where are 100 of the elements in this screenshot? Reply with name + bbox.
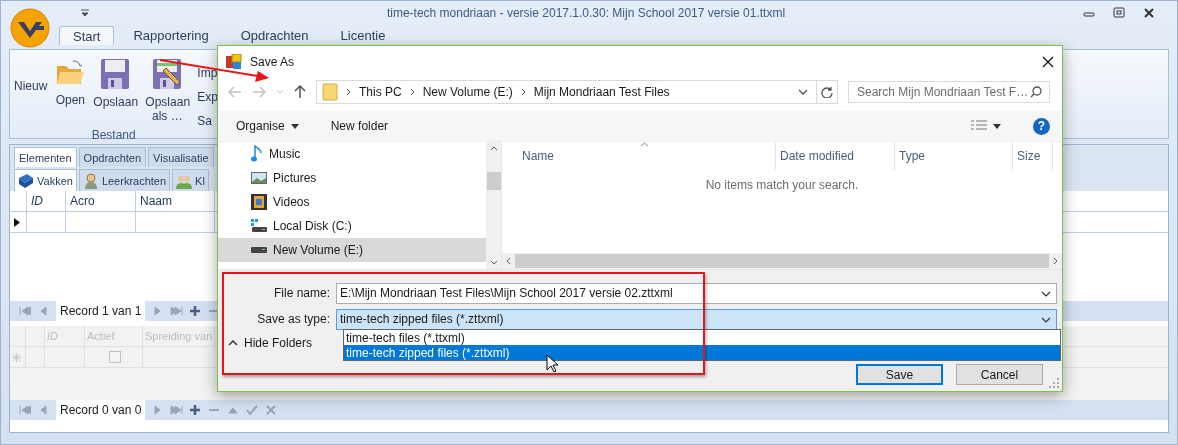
drive-icon xyxy=(251,219,267,233)
folder-icon xyxy=(322,83,338,101)
save-button[interactable]: Save xyxy=(856,364,943,385)
scrollbar-thumb[interactable] xyxy=(486,171,501,190)
close-icon[interactable] xyxy=(1042,55,1054,68)
scrollbar-thumb[interactable] xyxy=(515,254,1049,268)
chevron-right-icon xyxy=(346,88,351,96)
chevron-right-icon xyxy=(409,88,415,96)
folder-item[interactable]: Pictures xyxy=(218,166,486,190)
column-header[interactable]: Date modified xyxy=(776,142,895,170)
add-icon[interactable] xyxy=(189,404,203,416)
person-icon xyxy=(82,172,99,189)
sub-tab[interactable]: Kl xyxy=(172,169,209,191)
horizontal-scrollbar[interactable] xyxy=(502,253,1062,269)
sub-tab[interactable]: Leerkrachten xyxy=(78,169,171,191)
breadcrumb-item[interactable]: New Volume (E:) xyxy=(422,85,513,99)
floppy-pencil-icon xyxy=(152,58,183,90)
cross-icon[interactable] xyxy=(265,404,279,416)
scroll-down-icon xyxy=(489,260,498,265)
scroll-right-icon xyxy=(1053,257,1058,265)
column-header[interactable]: Acro xyxy=(66,191,136,211)
file-name-field[interactable]: E:\Mijn Mondriaan Test Files\Mijn School 2017 versie 02.zttxml xyxy=(336,282,1057,304)
column-header[interactable]: Size xyxy=(1013,142,1053,170)
record-counter: Record 0 van 0 xyxy=(56,400,146,420)
column-header[interactable]: ID xyxy=(27,191,66,211)
add-icon[interactable] xyxy=(189,305,203,317)
folder-item[interactable]: Videos xyxy=(218,190,486,214)
caret-down-icon[interactable] xyxy=(993,123,1001,129)
new-row-icon xyxy=(12,352,21,362)
field-label: File name: xyxy=(272,286,331,300)
record-counter: Record 1 van 1 xyxy=(56,301,146,321)
address-bar[interactable]: This PC New Volume (E:) Mijn Mondriaan Test Files xyxy=(316,80,838,104)
forward-arrow-icon[interactable] xyxy=(252,86,266,98)
row-pointer-icon xyxy=(14,217,20,227)
sub-tab[interactable]: Vakken xyxy=(14,169,77,191)
caret-down-icon xyxy=(290,123,299,129)
checkbox[interactable] xyxy=(108,351,121,363)
ribbon-tab[interactable]: Licentie xyxy=(327,26,399,45)
search-icon xyxy=(1030,86,1042,98)
file-type-dropdown[interactable]: time-tech zipped files (*.zttxml) xyxy=(336,308,1057,330)
empty-message: No items match your search. xyxy=(704,178,860,194)
first-record-icon[interactable] xyxy=(18,404,31,416)
quick-access-icon[interactable] xyxy=(81,9,89,17)
last-record-icon[interactable] xyxy=(170,404,184,416)
save-button[interactable]: Opslaan xyxy=(93,58,138,109)
folder-item[interactable]: Local Disk (C:) xyxy=(218,214,486,238)
help-button[interactable]: ? xyxy=(1033,117,1050,135)
saveas-button[interactable]: Opslaan als … xyxy=(145,58,190,123)
new-folder-button[interactable]: New folder xyxy=(326,116,393,136)
folder-item[interactable]: Music xyxy=(218,142,486,166)
app-logo-icon xyxy=(10,8,50,48)
chevron-down-icon xyxy=(1041,290,1051,297)
panel-tab[interactable]: Elementen xyxy=(14,147,77,167)
organise-menu[interactable]: Organise xyxy=(232,116,303,136)
panel-tab[interactable]: Visualisatie xyxy=(148,147,214,167)
sort-caret-icon xyxy=(640,142,649,147)
breadcrumb-item[interactable]: Mijn Mondriaan Test Files xyxy=(533,85,670,99)
window-title: time-tech mondriaan - versie 2017.1.0.30: Mijn School 2017 versie 01.ttxml xyxy=(385,6,787,20)
music-note-icon xyxy=(251,145,263,163)
new-button[interactable]: Nieuw xyxy=(14,79,48,107)
field-label: Save as type: xyxy=(256,312,331,326)
cancel-button[interactable]: Cancel xyxy=(956,364,1043,385)
dialog-app-icon xyxy=(226,53,242,70)
dropdown-option[interactable]: time-tech files (*.ttxml) xyxy=(344,330,1060,345)
picture-icon xyxy=(251,172,267,184)
close-icon[interactable] xyxy=(1143,7,1155,19)
last-record-icon[interactable] xyxy=(170,305,184,317)
panel-tab[interactable]: Opdrachten xyxy=(78,147,147,167)
refresh-icon[interactable] xyxy=(821,86,833,98)
ribbon-tab[interactable]: Opdrachten xyxy=(227,26,322,45)
scroll-left-icon xyxy=(506,257,511,265)
scroll-up-icon xyxy=(489,146,498,151)
resize-grip-icon xyxy=(1049,378,1059,388)
dropdown-option[interactable]: time-tech zipped files (*.zttxml) xyxy=(344,345,1060,360)
check-icon[interactable] xyxy=(246,404,260,416)
vertical-scrollbar[interactable] xyxy=(486,142,502,269)
maximize-icon[interactable] xyxy=(1113,7,1125,19)
book-icon xyxy=(18,172,34,189)
back-arrow-icon[interactable] xyxy=(228,86,242,98)
search-field[interactable]: Search Mijn Mondriaan Test F… xyxy=(848,81,1050,103)
hide-folders-button[interactable]: Hide Folders xyxy=(228,336,313,350)
chevron-down-icon xyxy=(1041,316,1051,323)
breadcrumb-item[interactable]: This PC xyxy=(359,85,402,99)
first-record-icon[interactable] xyxy=(18,305,31,317)
dialog-title: Save As xyxy=(250,54,296,69)
column-header[interactable]: Type xyxy=(895,142,1013,170)
film-icon xyxy=(251,194,267,210)
view-list-icon[interactable] xyxy=(971,120,987,132)
open-button[interactable]: Open xyxy=(55,58,86,107)
chevron-up-icon xyxy=(228,340,238,346)
folder-item[interactable]: New Volume (E:) xyxy=(218,238,486,262)
ribbon-tab[interactable]: Start xyxy=(59,26,115,45)
chevron-down-icon[interactable] xyxy=(798,89,808,95)
column-header[interactable]: Name xyxy=(518,142,776,170)
ribbon-item[interactable]: Sa xyxy=(197,114,214,128)
group-label: Bestand xyxy=(90,128,137,142)
drive-icon xyxy=(251,247,267,253)
up-arrow-icon[interactable] xyxy=(294,85,306,99)
column-header[interactable]: Naam xyxy=(136,191,215,211)
ribbon-tab[interactable]: Rapportering xyxy=(120,26,222,45)
